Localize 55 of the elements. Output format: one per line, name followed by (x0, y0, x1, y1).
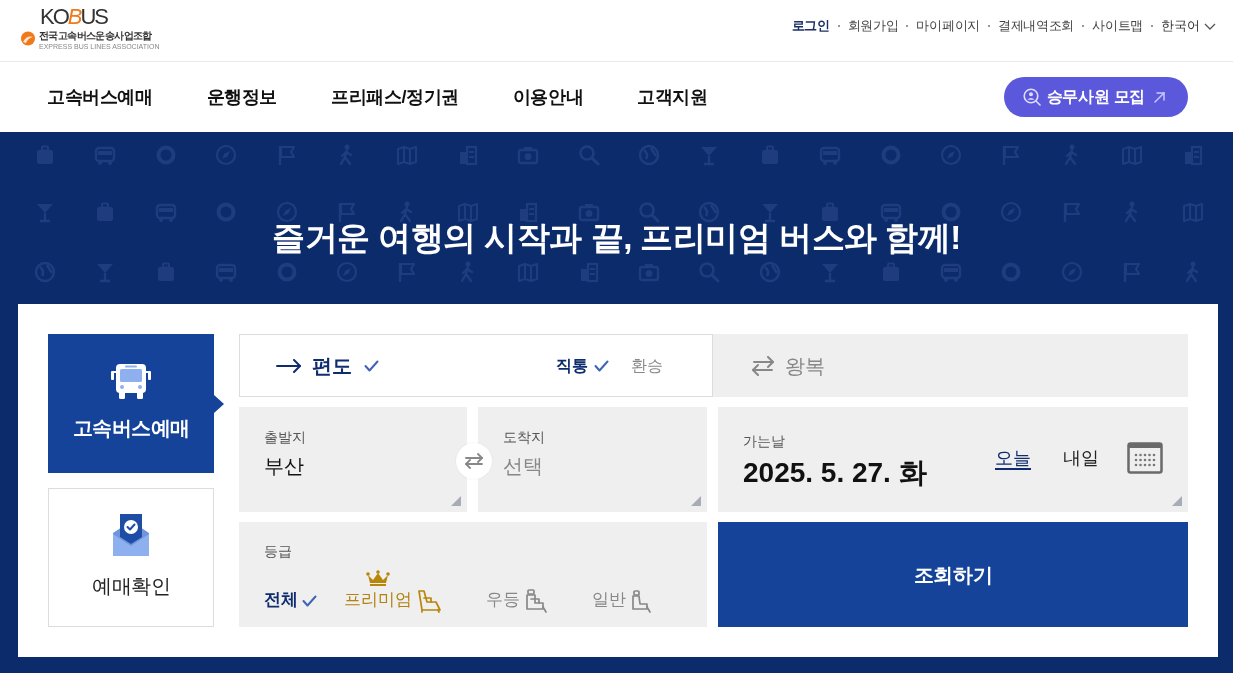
banner-headline: 즐거운 여행의 시작과 끝, 프리미엄 버스와 함께! (272, 218, 961, 258)
check-icon (302, 595, 317, 607)
person-search-icon (1022, 88, 1041, 106)
corner-triangle-icon (451, 496, 461, 506)
tab-pointer-icon (214, 394, 224, 413)
check-icon (594, 359, 609, 372)
chevron-down-icon (1204, 22, 1216, 30)
nav-link[interactable]: 이용안내 (512, 85, 584, 109)
logo-text[interactable]: KOBUS (40, 5, 108, 29)
reclined-seat-icon (416, 589, 442, 613)
org-name: 전국고속버스운송사업조합 (39, 30, 152, 42)
nav-link[interactable]: 운행정보 (206, 85, 277, 109)
route-option[interactable]: 직통 (556, 354, 609, 377)
nav-link[interactable]: 프리패스/정기권 (331, 85, 459, 109)
arrow-up-right-icon (1153, 90, 1166, 104)
check-icon (364, 359, 379, 372)
swap-arrows-icon (751, 355, 775, 376)
location-field[interactable]: 출발지 부산 (239, 407, 467, 512)
top-link[interactable]: 로그인 (791, 17, 830, 35)
swap-arrows-icon (464, 453, 484, 469)
calendar-icon[interactable] (1127, 441, 1163, 474)
seat-icon (630, 589, 652, 613)
corner-triangle-icon (1172, 496, 1182, 506)
seat-icon (524, 589, 548, 613)
location-field[interactable]: 도착지 선택 (478, 407, 707, 512)
quick-date-button[interactable]: 오늘 (995, 445, 1031, 470)
field-placeholder: 선택 (503, 454, 543, 479)
top-link[interactable]: 결제내역조회 (998, 17, 1075, 35)
crown-icon (366, 570, 390, 586)
field-label: 도착지 (503, 428, 545, 446)
nav-link[interactable]: 고속버스예매 (47, 85, 153, 109)
grade-option[interactable]: 전체 (264, 589, 317, 611)
trip-type-tab[interactable]: 편도 (276, 352, 379, 379)
side-tab[interactable]: 고속버스예매 (48, 334, 214, 473)
envelope-check-icon (111, 513, 151, 557)
top-link[interactable]: 회원가입 (847, 17, 899, 35)
field-label: 가는날 (743, 431, 785, 450)
nav-link[interactable]: 고객지원 (637, 85, 708, 109)
field-label: 등급 (264, 542, 292, 560)
recruit-button[interactable]: 승무사원 모집 (1003, 77, 1188, 117)
field-value: 부산 (264, 454, 304, 479)
side-tab[interactable]: 예매확인 (48, 488, 214, 627)
logo-mark-icon (20, 30, 36, 46)
bus-icon (111, 363, 151, 399)
top-link[interactable]: 마이페이지 (916, 17, 980, 35)
date-field[interactable]: 가는날 2025. 5. 27. 화 오늘 내일 (718, 407, 1188, 512)
top-link[interactable]: 사이트맵 (1092, 17, 1143, 35)
language-selector[interactable]: 한국어 (1161, 17, 1216, 35)
field-label: 출발지 (264, 428, 306, 446)
route-option[interactable]: 환승 (631, 354, 663, 377)
search-button[interactable]: 조회하기 (718, 522, 1188, 627)
arrow-right-icon (276, 358, 302, 373)
date-value: 2025. 5. 27. 화 (743, 455, 927, 490)
corner-triangle-icon (691, 496, 701, 506)
quick-date-button[interactable]: 내일 (1063, 445, 1099, 470)
